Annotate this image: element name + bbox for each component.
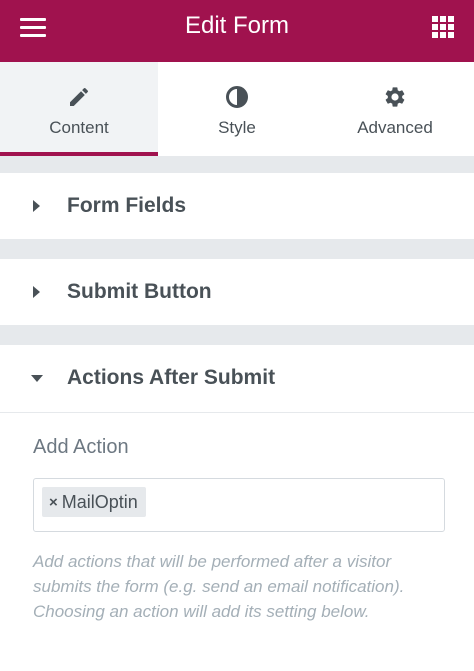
action-chip-mailoptin: × MailOptin xyxy=(42,487,146,517)
section-separator xyxy=(0,156,474,173)
caret-right-icon xyxy=(33,286,40,298)
tab-content[interactable]: Content xyxy=(0,62,158,156)
section-title: Submit Button xyxy=(67,280,212,303)
remove-chip-icon[interactable]: × xyxy=(49,494,58,511)
add-action-help-text: Add actions that will be performed after… xyxy=(33,552,405,621)
add-action-select[interactable]: × MailOptin xyxy=(33,478,445,532)
section-title: Form Fields xyxy=(67,194,187,217)
caret-right-icon xyxy=(33,200,40,212)
panel-title: Edit Form xyxy=(184,12,289,39)
section-form-fields[interactable]: Form Fields xyxy=(0,173,474,239)
tab-style-label: Style xyxy=(218,118,256,137)
section-divider xyxy=(0,412,474,413)
panel-tabs: Content Style Advanced xyxy=(0,62,474,156)
section-submit-button[interactable]: Submit Button xyxy=(0,259,474,325)
caret-down-icon xyxy=(31,374,43,382)
grid-icon[interactable] xyxy=(432,16,454,38)
pencil-icon xyxy=(66,84,92,110)
section-actions-after-submit[interactable]: Actions After Submit xyxy=(0,345,474,411)
gear-icon xyxy=(382,84,408,110)
section-separator xyxy=(0,239,474,259)
add-action-label: Add Action xyxy=(33,436,129,458)
tab-style[interactable]: Style xyxy=(158,62,316,156)
section-separator xyxy=(0,325,474,345)
panel-header: Edit Form xyxy=(0,0,474,62)
tab-content-label: Content xyxy=(49,118,109,137)
half-circle-icon xyxy=(224,84,250,110)
action-chip-label: MailOptin xyxy=(61,491,138,512)
tab-advanced-label: Advanced xyxy=(357,118,433,137)
tab-advanced[interactable]: Advanced xyxy=(316,62,474,156)
section-title: Actions After Submit xyxy=(67,366,276,389)
